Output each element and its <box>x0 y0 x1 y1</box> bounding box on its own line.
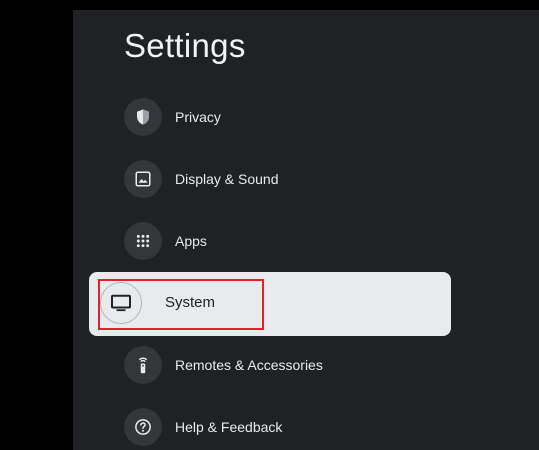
image-icon <box>124 160 162 198</box>
tv-settings-screen: Settings Privacy Display & Sound Apps Sy… <box>0 0 539 450</box>
menu-item-label: Privacy <box>175 109 221 125</box>
page-title: Settings <box>124 27 246 64</box>
menu-item-privacy[interactable]: Privacy <box>124 98 464 136</box>
menu-item-label: Apps <box>175 233 207 249</box>
menu-item-label: Remotes & Accessories <box>175 357 323 373</box>
menu-item-help-feedback[interactable]: Help & Feedback <box>124 408 464 446</box>
shield-icon <box>124 98 162 136</box>
grid-icon <box>124 222 162 260</box>
menu-item-label: Help & Feedback <box>175 419 283 435</box>
menu-item-remotes-accessories[interactable]: Remotes & Accessories <box>124 346 464 384</box>
help-icon <box>124 408 162 446</box>
highlight-box <box>98 279 264 330</box>
menu-item-display-sound[interactable]: Display & Sound <box>124 160 464 198</box>
menu-item-label: Display & Sound <box>175 171 279 187</box>
remote-icon <box>124 346 162 384</box>
menu-item-apps[interactable]: Apps <box>124 222 464 260</box>
